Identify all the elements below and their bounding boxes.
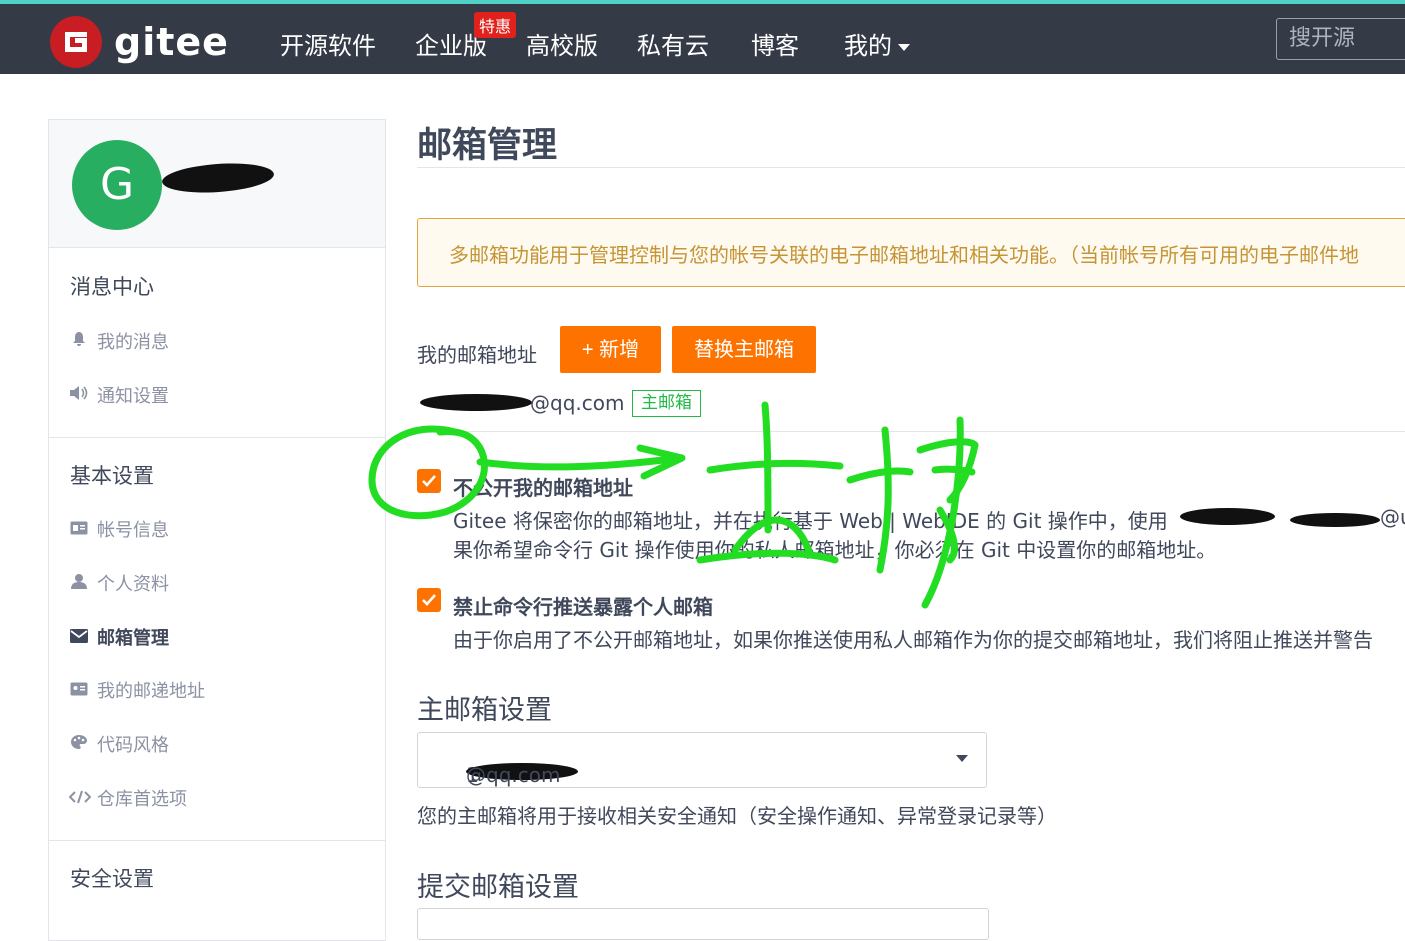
primary-email-help: 您的主邮箱将用于接收相关安全通知（安全操作通知、异常登录记录等） <box>417 804 1057 828</box>
primary-email-address: @qq.com <box>530 391 625 415</box>
commit-email-select[interactable] <box>417 908 989 940</box>
nav-private-cloud[interactable]: 私有云 <box>637 26 709 61</box>
sidebar-item-mailing-address[interactable]: 我的邮递地址 <box>69 677 205 703</box>
code-icon <box>68 789 92 808</box>
hide-email-checkbox[interactable] <box>417 469 441 493</box>
sidebar-divider <box>49 840 385 841</box>
id-card-icon <box>69 520 89 539</box>
profile-card: G <box>49 120 385 248</box>
sidebar-item-label: 仓库首选项 <box>97 789 187 810</box>
nav-mine-label: 我的 <box>844 32 892 60</box>
info-notice: 多邮箱功能用于管理控制与您的帐号关联的电子邮箱地址和相关功能。（当前帐号所有可用… <box>417 218 1405 287</box>
gitee-logo[interactable]: gitee <box>50 16 229 68</box>
sidebar-item-label: 我的消息 <box>97 332 169 353</box>
notice-text: 多邮箱功能用于管理控制与您的帐号关联的电子邮箱地址和相关功能。（当前帐号所有可用… <box>449 243 1359 267</box>
hide-email-desc-line2: 果你希望命令行 Git 操作使用你的私人邮箱地址，你必须在 Git 中设置你的邮… <box>453 538 1217 562</box>
sidebar-item-account-info[interactable]: 帐号信息 <box>69 516 169 542</box>
sidebar-item-label: 个人资料 <box>97 574 169 595</box>
redacted-noreply-email <box>1180 508 1275 525</box>
envelope-icon <box>69 628 89 647</box>
sidebar-item-profile[interactable]: 个人资料 <box>69 570 169 596</box>
add-email-button[interactable]: + 新增 <box>560 326 661 373</box>
brand-name: gitee <box>114 20 229 64</box>
avatar[interactable]: G <box>72 140 162 230</box>
sidebar-item-code-style[interactable]: 代码风格 <box>69 731 169 757</box>
sidebar-item-label: 通知设置 <box>97 386 169 407</box>
sidebar-divider <box>49 437 385 438</box>
hide-email-desc-line1: Gitee 将保密你的邮箱地址，并在执行基于 Web | WebIDE 的 Gi… <box>453 509 1168 533</box>
primary-email-select[interactable]: 1@qq.com <box>417 732 987 788</box>
sidebar-item-notification-settings[interactable]: 通知设置 <box>69 382 169 408</box>
bell-icon <box>69 331 89 351</box>
settings-sidebar: G 消息中心 我的消息 通知设置 基本设置 帐号信息 个人资料 邮箱管理 我的邮… <box>48 119 386 941</box>
address-card-icon <box>69 681 89 700</box>
nav-education[interactable]: 高校版 <box>526 26 598 61</box>
hot-badge: 特惠 <box>474 12 517 38</box>
sidebar-item-label: 帐号信息 <box>97 520 169 541</box>
gitee-logo-icon <box>50 16 102 68</box>
section-divider <box>417 431 1405 432</box>
search-input[interactable] <box>1277 19 1405 58</box>
top-navbar: gitee 开源软件 企业版 特惠 高校版 私有云 博客 我的 <box>0 4 1405 74</box>
title-divider <box>417 167 1405 168</box>
section-title-basic: 基本设置 <box>70 464 154 488</box>
block-push-label: 禁止命令行推送暴露个人邮箱 <box>453 595 713 619</box>
palette-icon <box>69 734 89 754</box>
redacted-username <box>161 160 275 196</box>
block-push-desc: 由于你启用了不公开邮箱地址，如果你推送使用私人邮箱作为你的提交邮箱地址，我们将阻… <box>453 628 1373 652</box>
user-icon <box>69 573 89 593</box>
primary-email-section-title: 主邮箱设置 <box>417 695 552 726</box>
sidebar-item-repo-preferences[interactable]: 仓库首选项 <box>68 785 187 811</box>
sidebar-item-label: 我的邮递地址 <box>97 681 205 702</box>
nav-mine-dropdown[interactable]: 我的 <box>844 26 910 61</box>
redacted-noreply-email-2 <box>1290 513 1380 527</box>
section-title-security: 安全设置 <box>70 867 154 891</box>
block-push-checkbox[interactable] <box>417 588 441 612</box>
sidebar-item-my-messages[interactable]: 我的消息 <box>69 328 169 354</box>
commit-email-section-title: 提交邮箱设置 <box>417 872 579 903</box>
search-box <box>1276 18 1405 60</box>
redacted-email <box>420 394 532 411</box>
page-title: 邮箱管理 <box>417 126 558 166</box>
nav-blog[interactable]: 博客 <box>751 26 799 61</box>
sidebar-item-email-management[interactable]: 邮箱管理 <box>69 624 169 650</box>
volume-icon <box>69 385 89 405</box>
my-email-label: 我的邮箱地址 <box>417 343 537 367</box>
hide-email-label: 不公开我的邮箱地址 <box>453 476 633 500</box>
sidebar-item-label: 代码风格 <box>97 735 169 756</box>
dropdown-caret-icon <box>956 755 968 762</box>
sidebar-item-label: 邮箱管理 <box>97 628 169 649</box>
section-title-messages: 消息中心 <box>70 275 154 299</box>
replace-primary-email-button[interactable]: 替换主邮箱 <box>672 326 816 373</box>
caret-down-icon <box>898 43 910 51</box>
nav-open-source[interactable]: 开源软件 <box>280 26 376 61</box>
hide-email-desc-tail: @u <box>1380 505 1405 529</box>
primary-email-tag: 主邮箱 <box>632 390 701 417</box>
